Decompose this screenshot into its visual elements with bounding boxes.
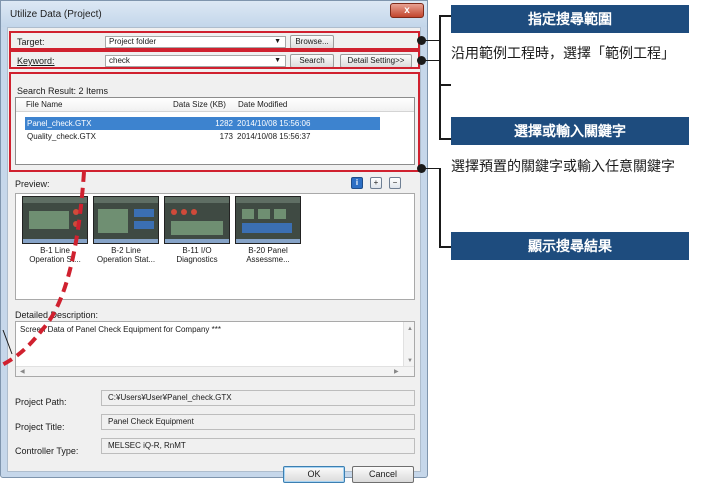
callout-title: 顯示搜尋結果: [451, 232, 689, 260]
leader-line: [439, 15, 451, 17]
title-bar: Utilize Data (Project) x: [1, 1, 427, 27]
project-path-field: C:¥Users¥User¥Panel_check.GTX: [101, 390, 415, 406]
controller-type-field: MELSEC iQ-R, RnMT: [101, 438, 415, 454]
thumbnail-caption: B-11 I/O Diagnostics: [176, 246, 218, 264]
dialog-title: Utilize Data (Project): [10, 9, 102, 20]
callout-text: 沿用範例工程時，選擇「範例工程」: [451, 45, 675, 61]
screen-thumbnail[interactable]: [164, 196, 230, 244]
zoom-out-icon[interactable]: −: [389, 177, 401, 189]
screen-thumbnail[interactable]: [235, 196, 301, 244]
callout-title: 指定搜尋範圍: [451, 5, 689, 33]
ok-button[interactable]: OK: [283, 466, 345, 483]
pointer-line: [2, 330, 13, 355]
leader-line: [439, 138, 451, 140]
bracket-line: [439, 168, 441, 248]
scroll-up-icon[interactable]: ▲: [407, 326, 413, 332]
results-highlight-box: [9, 72, 420, 172]
controller-type-label: Controller Type:: [15, 446, 79, 456]
bracket-line: [439, 60, 441, 140]
cancel-button[interactable]: Cancel: [352, 466, 414, 483]
leader-line: [439, 246, 451, 248]
close-button[interactable]: x: [390, 3, 424, 18]
project-path-label: Project Path:: [15, 397, 67, 407]
leader-dot: [417, 56, 426, 65]
scroll-down-icon[interactable]: ▼: [407, 358, 413, 364]
callout-text: 選擇預置的關鍵字或輸入任意關鍵字: [451, 158, 675, 174]
scroll-right-icon[interactable]: ▶: [394, 368, 399, 375]
leader-dot: [417, 164, 426, 173]
project-title-field: Panel Check Equipment: [101, 414, 415, 430]
project-title-label: Project Title:: [15, 422, 65, 432]
thumbnail-caption: B-20 Panel Assessme...: [246, 246, 290, 264]
info-icon[interactable]: i: [351, 177, 363, 189]
keyword-highlight-box: [9, 50, 420, 69]
zoom-in-icon[interactable]: +: [370, 177, 382, 189]
leader-dot: [417, 36, 426, 45]
callout-title: 選擇或輸入關鍵字: [451, 117, 689, 145]
target-highlight-box: [9, 31, 420, 50]
